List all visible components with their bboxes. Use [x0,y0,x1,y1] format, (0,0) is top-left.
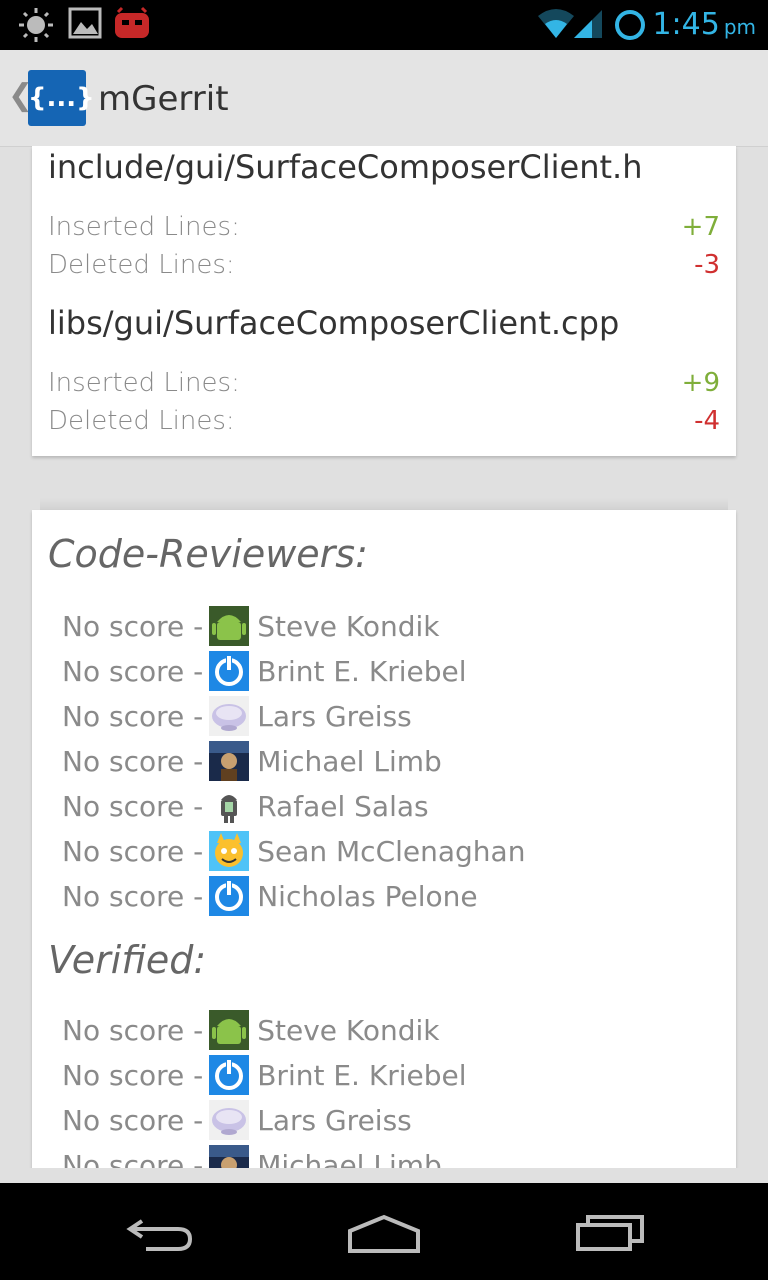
clock-time: 1:45 [652,7,720,42]
code-reviewers-title: Code-Reviewers: [48,532,368,576]
reviewer-score: No score - [62,879,204,913]
reviewer-score: No score - [62,654,204,688]
reviewer-row[interactable]: No score - Brint E. Kriebel [62,651,467,691]
reviewer-row[interactable]: No score - Nicholas Pelone [62,876,478,916]
back-icon[interactable] [124,1213,196,1253]
reviewer-name: Nicholas Pelone [257,879,478,913]
action-bar: ❮ {...} mGerrit [0,50,768,147]
inserted-label: Inserted Lines: [48,368,240,398]
status-bar: 1:45 pm [0,0,768,50]
sync-icon [615,10,645,40]
reviewer-name: Michael Limb [257,744,442,778]
bowl-avatar-icon [209,696,250,736]
reviewer-name: Michael Limb [257,1148,442,1169]
reviewer-name: Lars Greiss [257,699,412,733]
file-name[interactable]: include/gui/SurfaceComposerClient.h [48,148,642,186]
navigation-bar [0,1183,768,1280]
verified-title: Verified: [48,938,207,982]
reviewer-name: Rafael Salas [257,789,429,823]
bowl-avatar-icon [209,1100,250,1140]
reviewer-score: No score - [62,1058,204,1092]
recents-icon[interactable] [574,1213,646,1253]
photo-avatar-icon [209,741,250,781]
wifi-icon [538,9,574,38]
reviewer-row[interactable]: No score - Rafael Salas [62,786,429,826]
reviewer-row[interactable]: No score - Steve Kondik [62,606,440,646]
content-area[interactable]: include/gui/SurfaceComposerClient.h Inse… [0,146,768,1168]
reviewer-name: Brint E. Kriebel [257,654,467,688]
brightness-icon [19,8,53,42]
reviewer-row[interactable]: No score - Steve Kondik [62,1010,440,1050]
reviewer-score: No score - [62,1013,204,1047]
reviewer-score: No score - [62,1103,204,1137]
reviewer-name: Steve Kondik [257,609,440,643]
signal-icon [574,10,602,38]
deleted-count: -3 [694,250,720,280]
reviewer-row[interactable]: No score - Brint E. Kriebel [62,1055,467,1095]
reviewer-name: Sean McClenaghan [257,834,526,868]
inserted-label: Inserted Lines: [48,212,240,242]
android-avatar-icon [209,606,250,646]
reviewer-name: Lars Greiss [257,1103,412,1137]
changed-files-card: include/gui/SurfaceComposerClient.h Inse… [32,146,736,456]
reviewer-score: No score - [62,1148,204,1169]
cyanogenmod-icon [115,6,149,38]
app-logo[interactable]: {...} [28,70,95,126]
reviewer-name: Brint E. Kriebel [257,1058,467,1092]
photo-avatar-icon [209,1145,250,1168]
power-avatar-icon [209,876,250,916]
reviewer-row[interactable]: No score - Michael Limb [62,1145,442,1168]
home-icon[interactable] [346,1213,422,1255]
inserted-count: +9 [681,368,720,398]
reviewer-row[interactable]: No score - Lars Greiss [62,1100,412,1140]
power-avatar-icon [209,1055,250,1095]
deleted-label: Deleted Lines: [48,250,235,280]
reviewers-card: Code-Reviewers: No score - Steve Kondik No… [32,510,736,1168]
reviewer-row[interactable]: No score - Sean McClenaghan [62,831,525,871]
app-title: mGerrit [98,79,229,119]
reviewer-score: No score - [62,609,204,643]
image-icon [68,7,102,39]
android-small-avatar-icon [209,786,250,826]
deleted-label: Deleted Lines: [48,406,235,436]
clock: 1:45 pm [652,6,756,46]
power-avatar-icon [209,651,250,691]
reviewer-row[interactable]: No score - Michael Limb [62,741,442,781]
android-avatar-icon [209,1010,250,1050]
clock-ampm: pm [723,15,756,39]
inserted-count: +7 [681,212,720,242]
file-name[interactable]: libs/gui/SurfaceComposerClient.cpp [48,304,619,342]
reviewer-score: No score - [62,744,204,778]
reviewer-row[interactable]: No score - Lars Greiss [62,696,412,736]
reviewer-name: Steve Kondik [257,1013,440,1047]
reviewer-score: No score - [62,834,204,868]
reviewer-score: No score - [62,789,204,823]
reviewer-score: No score - [62,699,204,733]
cartoon-avatar-icon [209,831,250,871]
deleted-count: -4 [694,406,720,436]
